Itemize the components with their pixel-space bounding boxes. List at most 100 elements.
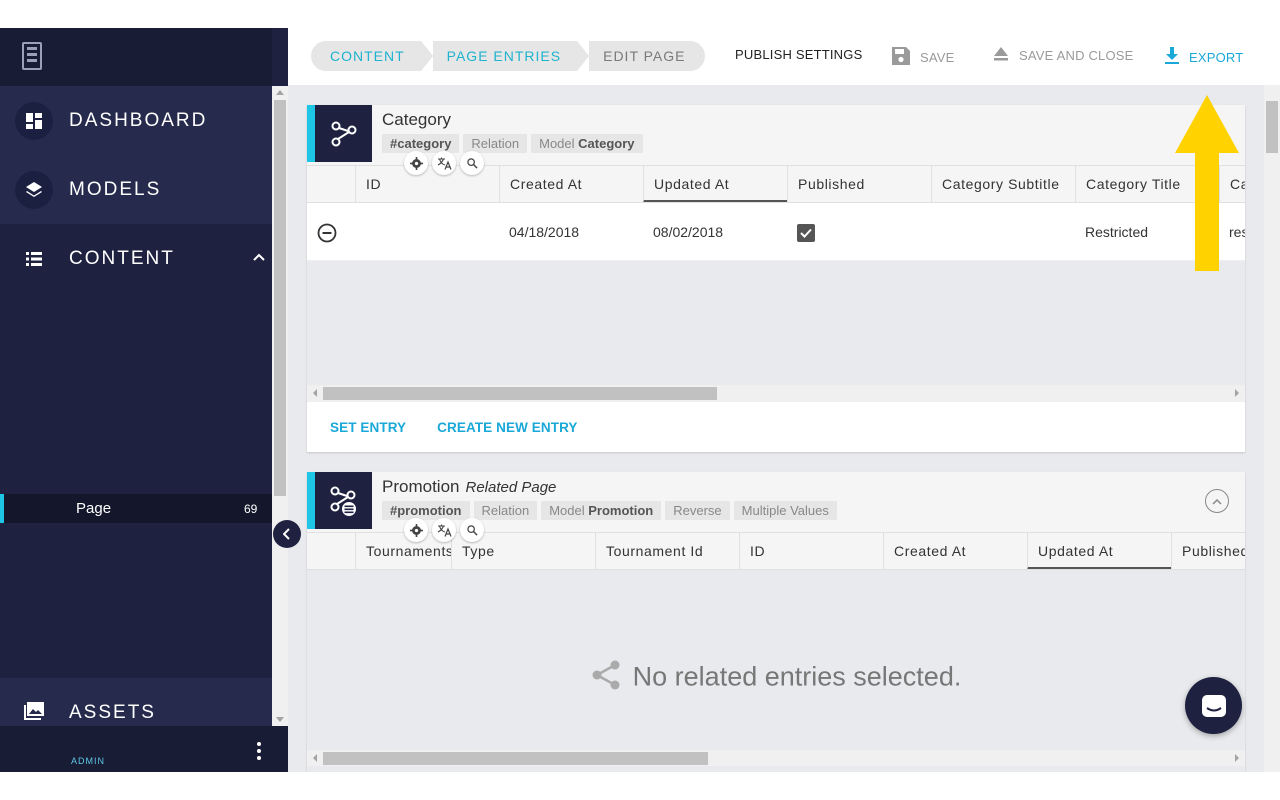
highlight-arrow [1175,95,1239,271]
relation-list-icon [315,472,372,529]
top-toolbar: CONTENT PAGE ENTRIES EDIT PAGE PUBLISH S… [288,28,1280,85]
save-button[interactable]: SAVE [892,47,955,68]
column-header-updated-at[interactable]: Updated At [643,166,787,202]
cell-id [355,203,499,261]
main-scrollbar[interactable] [1264,85,1280,772]
tag-model-prefix: Model [549,503,585,518]
card-accent [307,472,315,529]
empty-state: No related entries selected. [307,570,1245,772]
empty-message-text: No related entries selected. [632,661,962,692]
publish-settings-button[interactable]: PUBLISH SETTINGS [735,47,862,62]
category-card: Category #category Relation Model Catego… [307,105,1245,452]
breadcrumb-edit-page[interactable]: EDIT PAGE [577,41,705,71]
card-title: Promotion Related Page [382,477,556,497]
chat-icon [1201,694,1226,717]
search-icon[interactable] [460,518,484,542]
card-title-text: Promotion [382,477,460,496]
tag-model: Model Promotion [541,501,662,520]
save-label: SAVE [920,50,955,65]
horizontal-scrollbar[interactable] [307,385,1245,401]
sidebar-subitem-page[interactable]: Page 69 [0,494,272,523]
sidebar-item-label: MODELS [69,178,162,200]
settings-icon[interactable] [404,518,428,542]
collapse-sidebar-button[interactable] [273,520,301,548]
column-header-created-at[interactable]: Created At [499,166,643,202]
eject-icon [993,47,1009,64]
chevron-up-icon[interactable] [253,248,265,264]
column-header-updated-at[interactable]: Updated At [1027,533,1171,569]
tag-model-prefix: Model [539,136,575,151]
layers-icon [15,170,53,209]
export-button[interactable]: EXPORT [1165,47,1243,67]
column-header-created-at[interactable]: Created At [883,533,1027,569]
share-icon [591,660,621,697]
column-header-published[interactable]: Published [1171,533,1245,569]
sidebar-item-models[interactable]: MODELS [0,155,272,224]
sidebar-scrollbar[interactable] [272,86,288,726]
logo-icon [22,42,42,70]
main-content: Category #category Relation Model Catego… [288,85,1264,772]
tag-multiple-values: Multiple Values [733,501,837,520]
translate-icon[interactable] [432,518,456,542]
sidebar: DASHBOARD MODELS CONTENT Page 69 ASSETS … [0,28,288,772]
check-icon [800,229,812,239]
chevron-up-icon [1212,498,1222,505]
tag-reverse: Reverse [665,501,730,520]
dashboard-icon [15,101,53,140]
sidebar-item-assets[interactable]: ASSETS [0,678,272,726]
remove-entry-icon[interactable] [307,203,355,261]
table-row[interactable]: 04/18/2018 08/02/2018 Restricted res [307,203,1245,261]
card-title: Category [382,110,451,129]
column-header-select [307,166,355,202]
translate-icon[interactable] [432,151,456,175]
column-header-published[interactable]: Published [787,166,931,202]
list-icon [15,240,53,278]
column-header-category-subtitle[interactable]: Category Subtitle [931,166,1075,202]
collapse-card-button[interactable] [1205,489,1229,513]
create-new-entry-button[interactable]: CREATE NEW ENTRY [437,420,577,435]
settings-icon[interactable] [404,151,428,175]
horizontal-scrollbar[interactable] [307,750,1245,766]
search-icon[interactable] [460,151,484,175]
sidebar-item-label: ASSETS [69,702,156,723]
set-entry-button[interactable]: SET ENTRY [330,420,406,435]
sidebar-item-dashboard[interactable]: DASHBOARD [0,86,272,155]
app-logo[interactable] [0,28,272,86]
card-accent [307,105,315,162]
column-header-select [307,533,355,569]
promotion-card: Promotion Related Page #promotion Relatio… [307,472,1245,772]
cell-published [787,203,931,261]
empty-message: No related entries selected. [307,660,1245,697]
more-vert-icon[interactable] [257,742,263,760]
sidebar-subitem-label: Page [76,500,112,517]
card-actions: SET ENTRY CREATE NEW ENTRY [307,402,1245,452]
sidebar-item-label: DASHBOARD [69,109,208,131]
card-subtitle: Related Page [465,479,557,496]
cell-category-subtitle [931,203,1075,261]
cell-updated-at: 08/02/2018 [653,224,724,240]
column-header-tournament-id[interactable]: Tournament Id [595,533,739,569]
card-mini-actions [404,518,484,542]
card-mini-actions [404,151,484,175]
relation-icon [315,105,372,162]
cell-created-at: 04/18/2018 [509,224,580,240]
breadcrumb: CONTENT PAGE ENTRIES EDIT PAGE [311,41,705,71]
save-and-close-button[interactable]: SAVE AND CLOSE [993,47,1134,64]
tag-model-name: Promotion [588,503,654,518]
card-header: Promotion Related Page #promotion Relatio… [307,472,1245,542]
published-checkbox[interactable] [797,224,815,243]
tag-model-name: Category [578,136,635,151]
column-header-id[interactable]: ID [739,533,883,569]
sidebar-nav: DASHBOARD MODELS CONTENT [0,86,272,293]
chat-launcher-button[interactable] [1185,677,1242,734]
sidebar-item-label: CONTENT [69,247,175,269]
card-header: Category #category Relation Model Catego… [307,105,1245,175]
save-icon [892,47,910,68]
sidebar-item-content[interactable]: CONTENT [0,224,272,293]
chevron-left-icon [283,528,290,540]
breadcrumb-page-entries[interactable]: PAGE ENTRIES [420,41,590,71]
breadcrumb-content[interactable]: CONTENT [311,41,433,71]
table-empty-space [307,261,1245,401]
download-icon [1165,47,1179,67]
save-and-close-label: SAVE AND CLOSE [1019,48,1134,63]
